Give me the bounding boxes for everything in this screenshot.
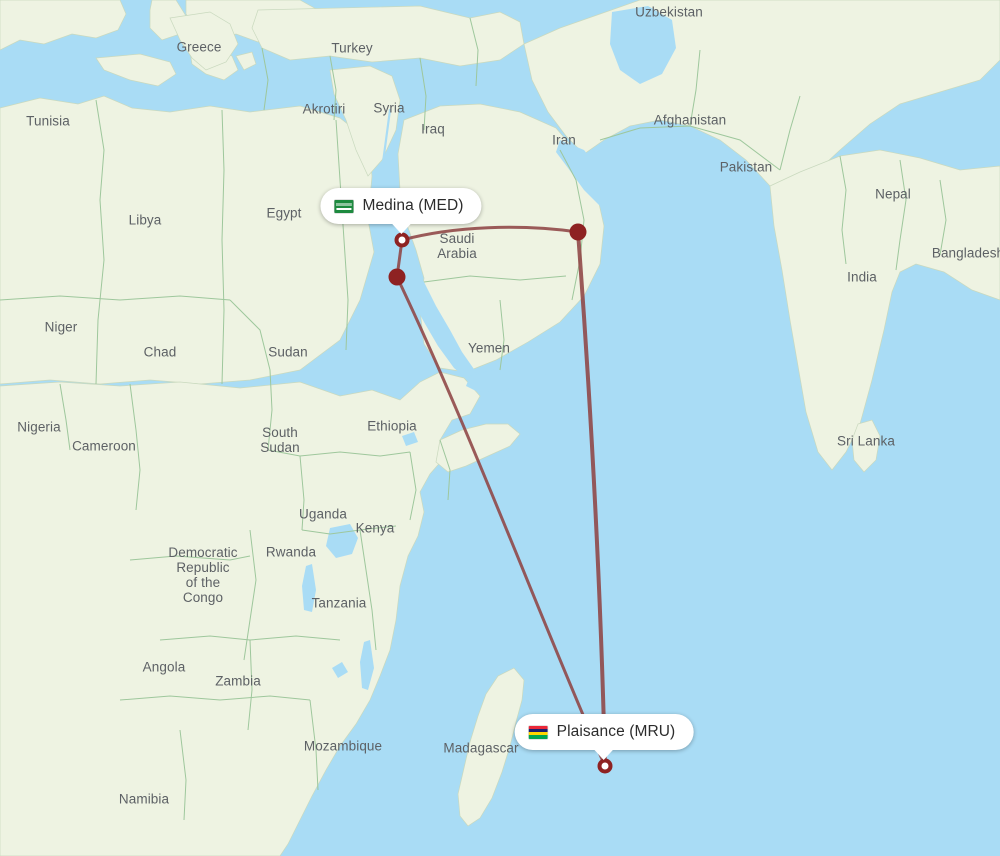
flight-route-map[interactable]: .land{fill:#eef3e2;stroke:#c9d9be;stroke… bbox=[0, 0, 1000, 856]
callout-tail-icon bbox=[390, 222, 412, 234]
airport-marker-med[interactable] bbox=[394, 232, 410, 248]
waypoint-marker-jed[interactable] bbox=[388, 268, 406, 286]
airport-marker-mru[interactable] bbox=[597, 758, 613, 774]
flight-routes-layer bbox=[395, 225, 607, 768]
mu-flag-icon bbox=[528, 725, 548, 739]
callout-tail-icon bbox=[592, 748, 615, 760]
airport-callout-mru[interactable]: Plaisance (MRU) bbox=[514, 714, 694, 760]
airport-callout-med[interactable]: Medina (MED) bbox=[320, 188, 482, 234]
waypoint-marker-dxb[interactable] bbox=[569, 223, 587, 241]
flight-route-jed-mru[interactable] bbox=[395, 275, 607, 768]
sa-flag-icon bbox=[334, 199, 354, 213]
airport-callout-label-med: Medina (MED) bbox=[362, 197, 464, 214]
flight-route-dxb-mru[interactable] bbox=[576, 230, 607, 768]
flight-route-med-dxb[interactable] bbox=[400, 225, 580, 242]
airport-callout-label-mru: Plaisance (MRU) bbox=[556, 723, 676, 740]
